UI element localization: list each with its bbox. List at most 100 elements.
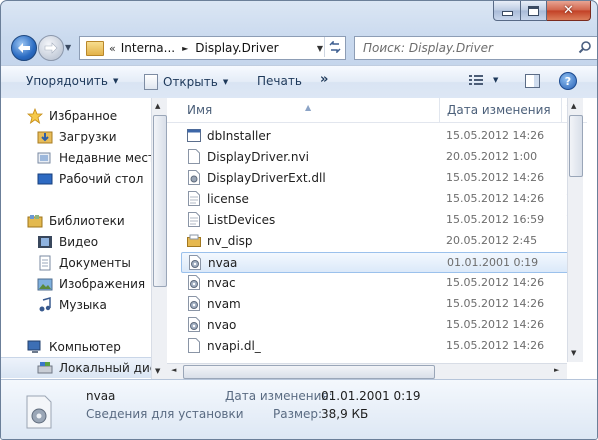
search-input[interactable]: Поиск: Display.Driver [354,36,597,60]
file-date: 20.05.2012 1:00 [446,150,538,163]
size-label: Размер: [273,407,323,421]
file-list-horizontal-scrollbar[interactable]: ◄ ► [167,363,567,379]
scroll-up-icon[interactable]: ▲ [571,102,576,110]
breadcrumb-separator-icon[interactable]: ► [182,44,188,53]
navigation-scrollbar[interactable]: ▲ ▼ [151,98,167,379]
file-list-vertical-scrollbar[interactable]: ▲ ▼ [567,98,583,362]
maximize-button[interactable] [521,1,547,21]
print-button[interactable]: Печать [257,74,302,88]
search-icon[interactable] [578,40,592,54]
recent-places-icon [37,150,53,166]
column-divider[interactable] [439,98,440,122]
file-name: dbInstaller [207,129,271,143]
refresh-button[interactable] [324,37,345,57]
file-date: 15.05.2012 14:26 [446,297,545,310]
nav-libraries[interactable]: Библиотеки [27,211,151,231]
file-row[interactable]: nv_disp20.05.2012 2:45К [181,231,581,251]
file-list: ▲ Имя Дата изменения Т dbInstaller 15.05.… [167,98,597,379]
file-name: DisplayDriverExt.dll [207,171,326,185]
nav-label: Локальный диск [59,361,151,375]
nav-favorites[interactable]: Избранное [27,106,151,126]
file-row[interactable]: DisplayDriverExt.dll15.05.2012 14:26Р [181,168,581,188]
pictures-library-icon [37,276,53,292]
downloads-folder-icon [37,129,53,145]
scrollbar-thumb[interactable] [153,115,167,287]
file-row[interactable]: nvac15.05.2012 14:26С [181,273,581,293]
help-icon[interactable]: ? [559,72,577,90]
column-name-header[interactable]: Имя [187,103,212,117]
breadcrumb-display-driver[interactable]: Display.Driver [195,41,278,55]
file-date: 15.05.2012 14:26 [446,339,545,352]
setup-info-icon [187,317,201,332]
file-row[interactable]: nvam15.05.2012 14:26С [181,294,581,314]
file-date: 15.05.2012 14:26 [446,276,545,289]
command-bar: Упорядочить ▼ Открыть ▼ Печать » ▼ ? [1,65,597,99]
close-button[interactable]: ✕ [547,1,591,21]
nav-label: Рабочий стол [59,172,144,186]
file-name: nvaa [208,256,238,270]
scroll-down-icon[interactable]: ▼ [571,349,576,357]
nav-recent-places[interactable]: Недавние места [37,148,151,168]
breadcrumb-overflow[interactable]: « [109,42,116,55]
nav-images[interactable]: Изображения [37,274,151,294]
scrollbar-thumb[interactable] [569,115,583,177]
file-row[interactable]: ListDevices15.05.2012 16:59Т [181,210,581,230]
nav-label: Недавние места [59,151,151,165]
file-row[interactable]: license15.05.2012 14:26Т [181,189,581,209]
music-library-icon [37,297,53,313]
scroll-left-icon[interactable]: ◄ [171,366,176,374]
file-row[interactable]: nvaa01.01.2001 0:19С [181,252,583,273]
nav-label: Загрузки [59,130,117,144]
column-divider[interactable] [561,98,562,122]
change-view-button[interactable]: ▼ [469,74,498,86]
modified-label: Дата изменения: [225,389,333,403]
more-commands-button[interactable]: » [320,72,328,87]
file-row[interactable]: dbInstaller15.05.2012 14:26Г [181,126,581,146]
nav-downloads[interactable]: Загрузки [37,127,151,147]
file-name: nvapi.dl_ [207,339,261,353]
nav-computer[interactable]: Компьютер [27,337,151,357]
forward-button[interactable] [38,35,64,61]
setup-info-icon [188,255,202,270]
video-library-icon [37,234,53,250]
back-arrow-icon [18,43,30,53]
nav-documents[interactable]: Документы [37,253,151,273]
catalog-icon [187,233,201,248]
file-date: 15.05.2012 14:26 [446,171,545,184]
file-row[interactable]: nvapi.dl_15.05.2012 14:26Ф [181,336,581,356]
file-date: 15.05.2012 14:26 [446,318,545,331]
preview-pane-icon[interactable] [525,74,540,88]
organize-button[interactable]: Упорядочить ▼ [26,74,118,88]
file-row[interactable]: DisplayDriver.nvi20.05.2012 1:00Ф [181,147,581,167]
minimize-icon [501,11,513,16]
folder-icon [86,40,104,56]
dropdown-arrow-icon: ▼ [493,76,499,84]
breadcrumb-internal[interactable]: Interna... [121,41,175,55]
file-icon [187,149,201,164]
file-row[interactable]: nvao15.05.2012 14:26С [181,315,581,335]
text-icon [187,191,201,206]
nav-local-disk[interactable]: Локальный диск [1,357,151,378]
scroll-right-icon[interactable]: ► [554,366,559,374]
selected-file-name: nvaa [86,389,116,403]
dropdown-arrow-icon: ▼ [222,78,229,86]
address-bar[interactable]: « Interna... ► Display.Driver ▼ [79,36,346,60]
scroll-down-icon[interactable]: ▼ [155,367,160,375]
column-date-header[interactable]: Дата изменения [447,103,551,117]
nav-music[interactable]: Музыка [37,295,151,315]
scroll-up-icon[interactable]: ▲ [155,102,160,110]
scrollbar-thumb[interactable] [183,365,435,379]
setup-info-icon [187,296,201,311]
address-dropdown-icon[interactable]: ▼ [317,44,323,53]
recent-pages-dropdown[interactable]: ▼ [65,43,75,53]
minimize-button[interactable] [493,1,521,21]
file-name: nvam [207,297,241,311]
star-icon [27,108,43,124]
nav-label: Документы [59,256,131,270]
open-button[interactable]: Открыть ▼ [144,74,228,90]
nav-video[interactable]: Видео [37,232,151,252]
back-button[interactable] [11,35,37,61]
view-list-icon [469,75,483,85]
nav-desktop[interactable]: Рабочий стол [37,169,151,189]
nav-label: Изображения [59,277,146,291]
